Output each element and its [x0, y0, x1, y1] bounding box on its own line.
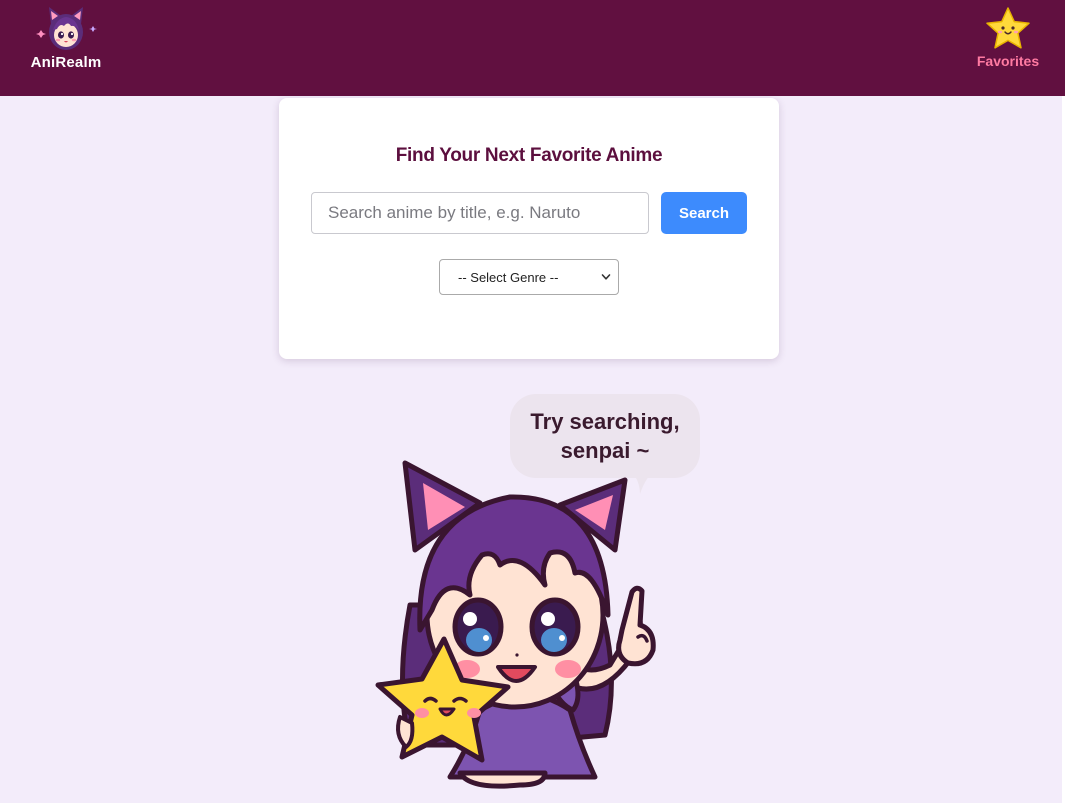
search-card-title: Find Your Next Favorite Anime: [395, 145, 663, 166]
brand-name: AniRealm: [30, 54, 102, 71]
search-input[interactable]: [311, 192, 649, 234]
smiling-star-icon: [986, 7, 1030, 49]
favorites-link[interactable]: Favorites: [968, 6, 1048, 70]
genre-select-value: -- Select Genre --: [458, 270, 559, 285]
search-button[interactable]: Search: [661, 192, 747, 234]
mascot-illustration: [375, 460, 656, 789]
brand-logo-link[interactable]: AniRealm: [26, 4, 106, 74]
search-card: Find Your Next Favorite Anime Search -- …: [279, 98, 779, 359]
anime-girl-avatar-icon: [36, 7, 97, 50]
cat-ear-anime-girl-holding-star: [375, 460, 656, 789]
speech-line-1: Try searching,: [530, 409, 680, 434]
chevron-down-icon: [601, 274, 611, 280]
favorites-label: Favorites: [976, 53, 1040, 69]
genre-select[interactable]: -- Select Genre --: [439, 259, 619, 295]
top-navbar: AniRealm Favorites: [0, 0, 1065, 96]
